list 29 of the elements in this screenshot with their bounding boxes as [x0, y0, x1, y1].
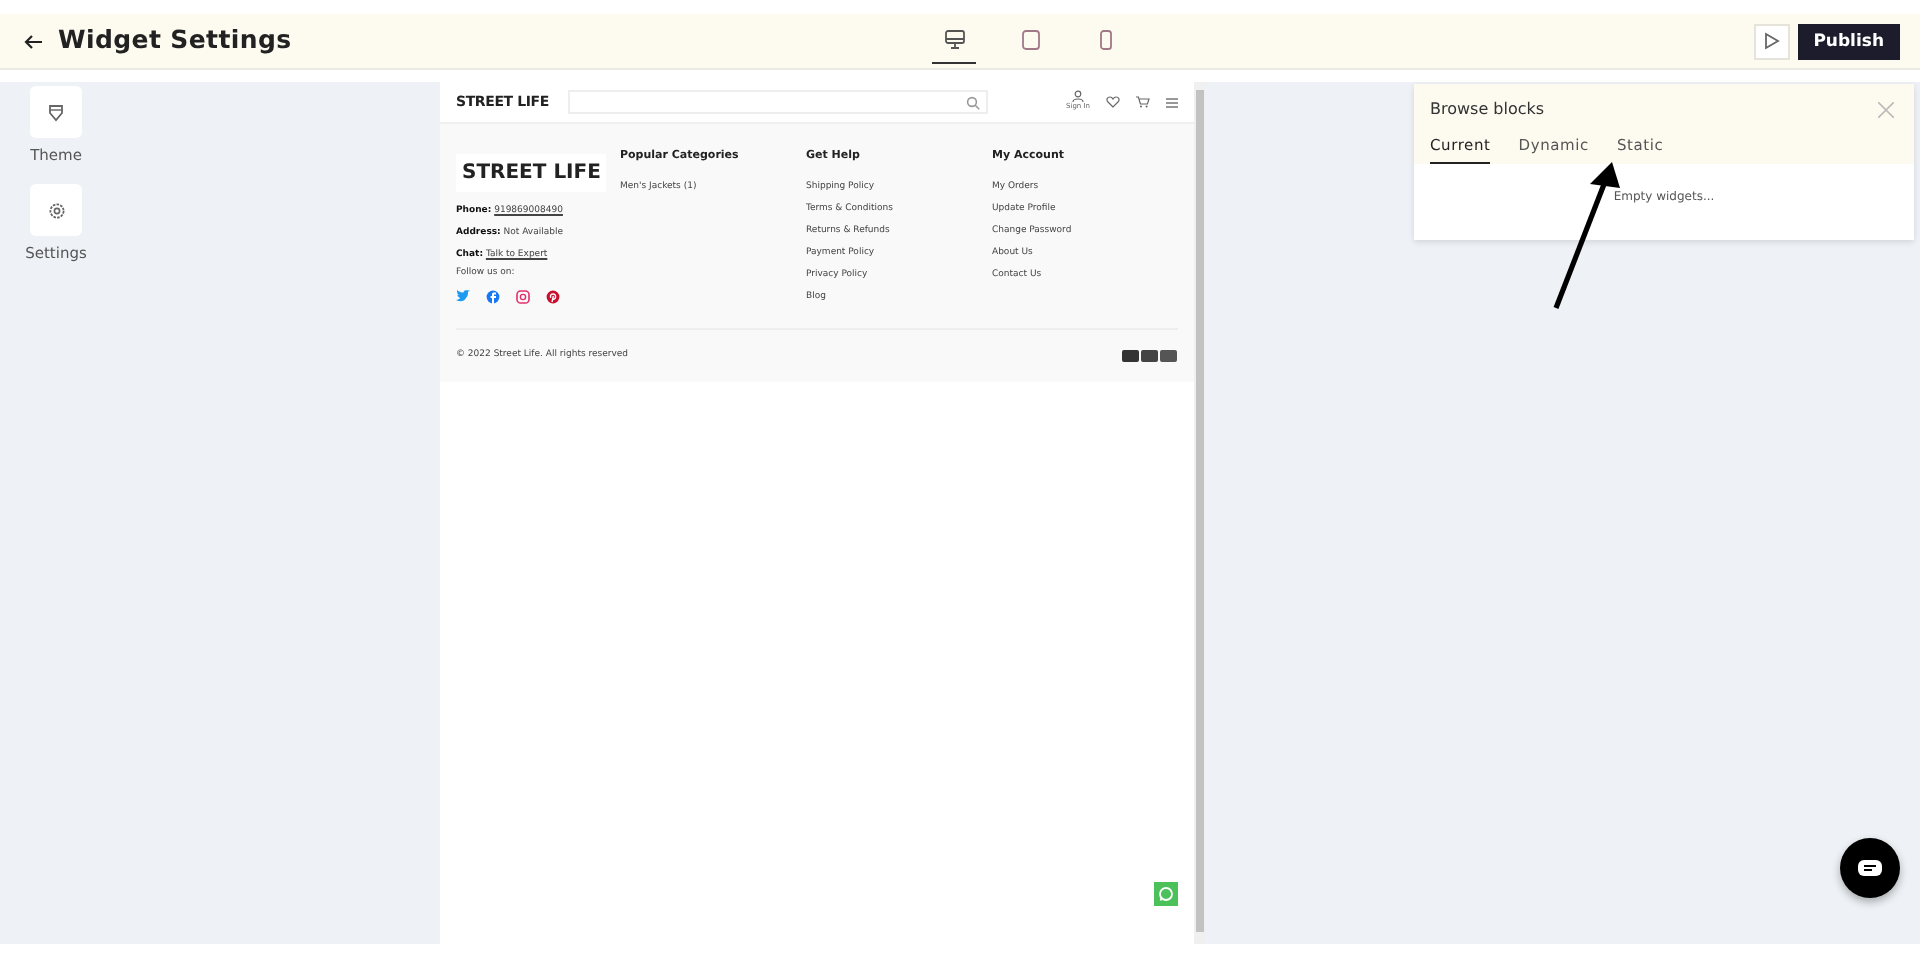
footer-logo: STREET LIFE — [456, 154, 607, 192]
chat-button[interactable] — [1840, 838, 1900, 898]
menu-icon[interactable] — [1166, 97, 1178, 107]
cart-icon[interactable] — [1136, 96, 1150, 108]
settings-icon — [47, 201, 65, 220]
back-arrow-icon[interactable] — [24, 33, 42, 49]
heart-icon[interactable] — [1106, 96, 1120, 108]
panel-title: Browse blocks — [1430, 98, 1545, 122]
tablet-icon — [1021, 30, 1039, 50]
user-icon[interactable] — [1072, 90, 1084, 103]
pinterest-icon[interactable] — [546, 290, 560, 304]
phone-icon — [1100, 30, 1112, 50]
chat-bubble-icon — [1158, 886, 1174, 902]
instagram-icon[interactable] — [516, 290, 530, 304]
twitter-icon[interactable] — [456, 290, 470, 304]
publish-button[interactable]: Publish — [1797, 23, 1900, 59]
whatsapp-button[interactable] — [1154, 882, 1178, 906]
facebook-icon[interactable] — [486, 290, 500, 304]
payment-icons-drawing — [1122, 349, 1178, 362]
search-field[interactable] — [568, 90, 989, 114]
preview-button[interactable] — [1753, 23, 1790, 59]
search-icon[interactable] — [966, 95, 981, 109]
page-title: Widget Settings — [58, 22, 292, 59]
settings-button[interactable] — [30, 184, 82, 237]
theme-button[interactable] — [30, 86, 82, 138]
play-icon — [1763, 32, 1780, 50]
monitor-icon — [943, 30, 965, 50]
message-icon — [1856, 857, 1884, 879]
scrollbar[interactable] — [1194, 82, 1206, 944]
